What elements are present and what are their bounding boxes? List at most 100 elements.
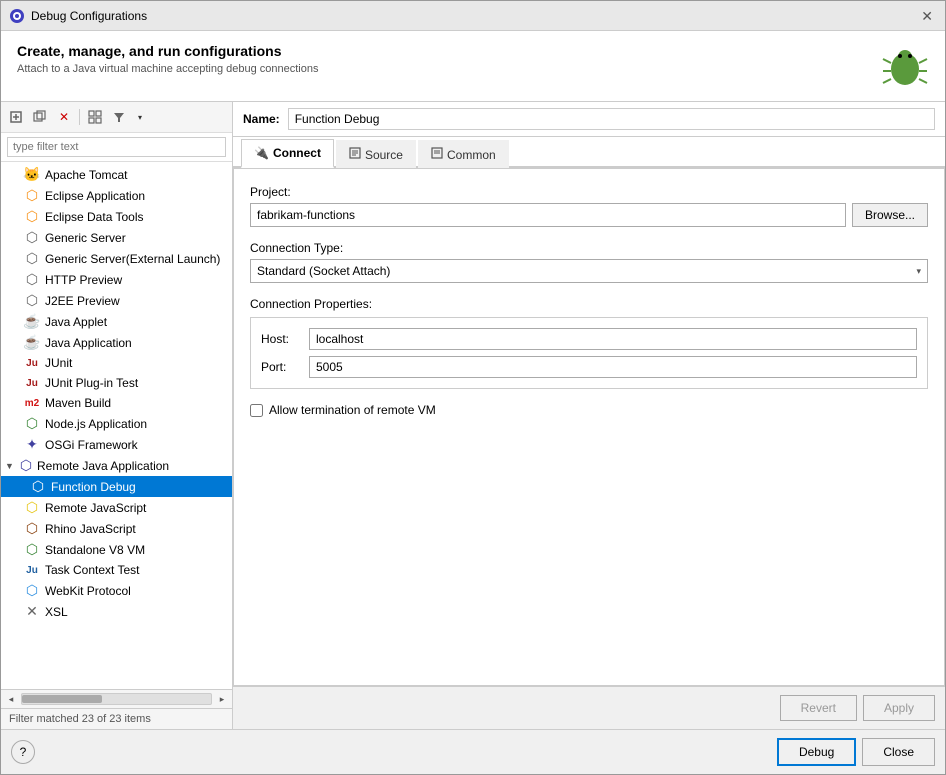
tree-label-maven-build: Maven Build — [45, 396, 111, 410]
tree-label-java-applet: Java Applet — [45, 315, 107, 329]
eclipse-data-icon: ⬡ — [23, 208, 41, 225]
tree-label-webkit: WebKit Protocol — [45, 584, 131, 598]
apply-button[interactable]: Apply — [863, 695, 935, 721]
rhino-js-icon: ⬡ — [23, 520, 41, 537]
tree-item-task-context[interactable]: Ju Task Context Test — [1, 560, 232, 580]
expand-all-button[interactable] — [108, 106, 130, 128]
v8-icon: ⬡ — [23, 541, 41, 558]
browse-button[interactable]: Browse... — [852, 203, 928, 227]
scroll-right-btn[interactable]: ▸ — [216, 694, 228, 705]
tree-item-junit[interactable]: Ju JUnit — [1, 353, 232, 373]
tree-item-function-debug[interactable]: ⬡ Function Debug — [1, 476, 232, 497]
close-button[interactable]: Close — [862, 738, 935, 766]
hscroll-thumb — [22, 695, 102, 703]
java-applet-icon: ☕ — [23, 313, 41, 330]
header-text: Create, manage, and run configurations A… — [17, 43, 318, 75]
name-input[interactable] — [288, 108, 935, 130]
connection-type-row: Standard (Socket Attach) ▾ — [250, 259, 928, 283]
tab-source[interactable]: Source — [336, 140, 416, 168]
tree-item-eclipse-application[interactable]: ⬡ Eclipse Application — [1, 185, 232, 206]
revert-button[interactable]: Revert — [780, 695, 857, 721]
allow-termination-checkbox[interactable] — [250, 404, 263, 417]
debug-button[interactable]: Debug — [777, 738, 856, 766]
tree-label-xsl: XSL — [45, 605, 68, 619]
tree-item-generic-server-external[interactable]: ⬡ Generic Server(External Launch) — [1, 248, 232, 269]
duplicate-config-button[interactable] — [29, 106, 51, 128]
project-group: Project: Browse... — [250, 185, 928, 227]
connection-type-arrow: ▾ — [916, 266, 921, 277]
help-button[interactable]: ? — [11, 740, 35, 764]
tree-item-junit-plugin[interactable]: Ju JUnit Plug-in Test — [1, 373, 232, 393]
tree-label-function-debug: Function Debug — [51, 480, 136, 494]
tree-item-v8-vm[interactable]: ⬡ Standalone V8 VM — [1, 539, 232, 560]
connection-properties-group: Connection Properties: Host: Port: — [250, 297, 928, 389]
collapse-all-button[interactable] — [84, 106, 106, 128]
java-app-icon: ☕ — [23, 334, 41, 351]
tabs-bar: 🔌 Connect Source Common — [233, 137, 945, 168]
tree-label-rhino-js: Rhino JavaScript — [45, 522, 136, 536]
scroll-left-btn[interactable]: ◂ — [5, 694, 17, 705]
osgi-icon: ✦ — [23, 436, 41, 453]
function-debug-icon: ⬡ — [29, 478, 47, 495]
tree-item-remote-java[interactable]: ▼ ⬡ Remote Java Application — [1, 455, 232, 476]
allow-termination-row: Allow termination of remote VM — [250, 403, 928, 417]
title-bar-left: Debug Configurations — [9, 8, 147, 24]
tree-item-rhino-js[interactable]: ⬡ Rhino JavaScript — [1, 518, 232, 539]
action-bar: Revert Apply — [233, 686, 945, 729]
left-scrollbar: ◂ ▸ — [1, 689, 232, 708]
filter-input[interactable] — [7, 137, 226, 157]
name-bar: Name: — [233, 102, 945, 137]
tab-common[interactable]: Common — [418, 140, 509, 168]
connection-properties-label: Connection Properties: — [250, 297, 928, 311]
tree-item-xsl[interactable]: ✕ XSL — [1, 601, 232, 622]
xsl-icon: ✕ — [23, 603, 41, 620]
hscroll-track — [21, 693, 212, 705]
tree-item-j2ee-preview[interactable]: ⬡ J2EE Preview — [1, 290, 232, 311]
tree-label-remote-js: Remote JavaScript — [45, 501, 146, 515]
task-icon: Ju — [23, 565, 41, 576]
bottom-bar: ? Debug Close — [1, 729, 945, 774]
tab-connect[interactable]: 🔌 Connect — [241, 139, 334, 168]
tab-connect-label: Connect — [273, 146, 321, 160]
tree-item-osgi[interactable]: ✦ OSGi Framework — [1, 434, 232, 455]
header-bug-icon — [881, 43, 929, 91]
tree-label-j2ee-preview: J2EE Preview — [45, 294, 120, 308]
remote-java-icon: ⬡ — [17, 457, 35, 474]
tree-item-apache-tomcat[interactable]: 🐱 Apache Tomcat — [1, 164, 232, 185]
connection-type-select[interactable]: Standard (Socket Attach) ▾ — [250, 259, 928, 283]
right-panel: Name: 🔌 Connect Source — [233, 102, 945, 729]
tree-item-remote-js[interactable]: ⬡ Remote JavaScript — [1, 497, 232, 518]
project-input[interactable] — [250, 203, 846, 227]
host-input[interactable] — [309, 328, 917, 350]
allow-termination-label[interactable]: Allow termination of remote VM — [269, 403, 436, 417]
j2ee-icon: ⬡ — [23, 292, 41, 309]
tree-item-generic-server[interactable]: ⬡ Generic Server — [1, 227, 232, 248]
tree-item-java-application[interactable]: ☕ Java Application — [1, 332, 232, 353]
header-subtitle: Attach to a Java virtual machine accepti… — [17, 63, 318, 75]
left-toolbar: ✕ ▾ — [1, 102, 232, 133]
tree-item-http-preview[interactable]: ⬡ HTTP Preview — [1, 269, 232, 290]
tree-item-webkit[interactable]: ⬡ WebKit Protocol — [1, 580, 232, 601]
remote-js-icon: ⬡ — [23, 499, 41, 516]
source-tab-icon — [349, 147, 361, 162]
tree-item-nodejs[interactable]: ⬡ Node.js Application — [1, 413, 232, 434]
connect-tab-icon: 🔌 — [254, 146, 269, 160]
delete-config-button[interactable]: ✕ — [53, 106, 75, 128]
toolbar-dropdown-button[interactable]: ▾ — [132, 106, 148, 128]
new-config-button[interactable] — [5, 106, 27, 128]
common-tab-icon — [431, 147, 443, 162]
window-close-button[interactable]: ✕ — [917, 7, 937, 25]
title-text: Debug Configurations — [31, 9, 147, 23]
tree-item-java-applet[interactable]: ☕ Java Applet — [1, 311, 232, 332]
tree-label-v8-vm: Standalone V8 VM — [45, 543, 145, 557]
tree-item-maven-build[interactable]: m2 Maven Build — [1, 393, 232, 413]
tree-label-junit: JUnit — [45, 356, 72, 370]
tree-label-generic-server: Generic Server — [45, 231, 126, 245]
tree-label-http-preview: HTTP Preview — [45, 273, 122, 287]
tree-item-eclipse-data-tools[interactable]: ⬡ Eclipse Data Tools — [1, 206, 232, 227]
debug-icon — [9, 8, 25, 24]
connection-type-label: Connection Type: — [250, 241, 928, 255]
port-input[interactable] — [309, 356, 917, 378]
main-content: ✕ ▾ 🐱 Apache Tomcat — [1, 102, 945, 729]
webkit-icon: ⬡ — [23, 582, 41, 599]
